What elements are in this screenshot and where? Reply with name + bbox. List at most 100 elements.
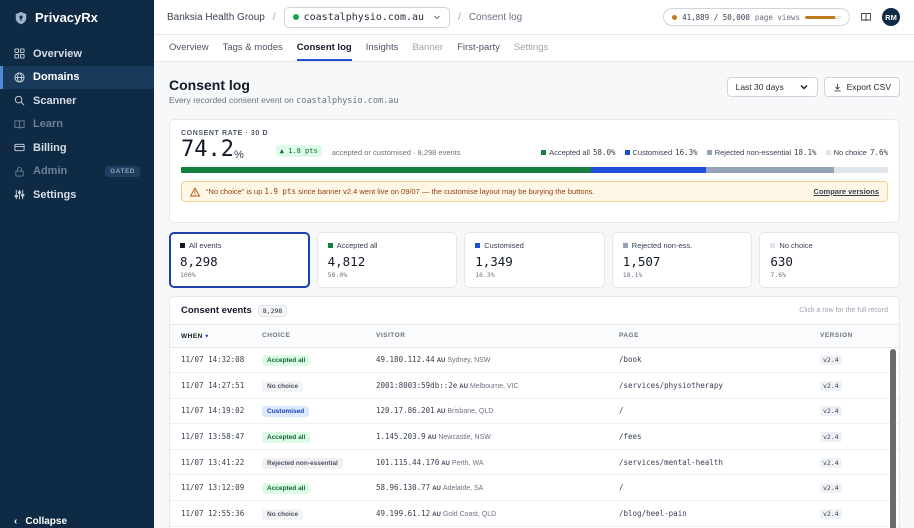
cell-when: 11/07 14:27:51 <box>170 372 251 399</box>
export-csv-button[interactable]: Export CSV <box>823 77 900 97</box>
brand[interactable]: PrivacyRx <box>0 0 154 35</box>
stat-card-accepted-all[interactable]: Accepted all 4,812 58.0% <box>316 232 458 288</box>
docs-book-icon[interactable] <box>860 11 872 23</box>
legend-label: Customised <box>632 148 673 157</box>
consent-rate-unit: % <box>233 149 244 161</box>
cell-when: 11/07 13:12:09 <box>170 474 251 502</box>
gated-badge: GATED <box>105 165 140 177</box>
visitor-ip: 2001:8003:59db::2e <box>376 380 458 390</box>
cell-page: / <box>608 474 809 502</box>
version-badge: v2.4 <box>820 432 842 443</box>
status-dot-icon <box>292 14 299 20</box>
usage-text: 41,889 / 50,000 <box>682 12 750 22</box>
choice-badge: Rejected non-essential <box>262 457 343 469</box>
cell-visitor: 120.17.86.201 AU Brisbane, QLD <box>365 398 608 425</box>
table-row[interactable]: 11/07 14:19:02 Customised 120.17.86.201 AU B… <box>170 398 899 425</box>
stat-value: 4,812 <box>327 254 366 269</box>
column-header-visitor[interactable]: VISITOR <box>365 325 608 348</box>
table-row[interactable]: 11/07 13:41:22 Rejected non-essential 101.… <box>170 449 899 476</box>
visitor-location: Newcastle, NSW <box>438 434 491 442</box>
cell-choice: Accepted all <box>251 347 365 374</box>
sidebar-item-scanner[interactable]: Scanner <box>0 89 154 113</box>
version-badge: v2.4 <box>820 483 842 494</box>
events-title: Consent events <box>181 305 252 316</box>
table-row[interactable]: 11/07 13:12:09 Accepted all 58.96.130.77 AU… <box>170 474 899 502</box>
column-header-version[interactable]: VERSION <box>809 325 899 348</box>
chevron-down-icon <box>800 85 808 90</box>
collapse-button[interactable]: ‹ Collapse <box>0 514 154 528</box>
usage-bar <box>805 15 841 19</box>
column-header-when[interactable]: WHEN ▾ <box>170 325 251 348</box>
domain-selector[interactable]: coastalphysio.com.au <box>283 6 451 28</box>
column-label: VERSION <box>820 332 853 340</box>
column-label: VISITOR <box>376 332 406 340</box>
country-code: AU <box>432 511 441 518</box>
tab-overview[interactable]: Overview <box>169 42 209 61</box>
choice-badge: No choice <box>262 508 304 520</box>
cell-page: /services/physiotherapy <box>608 372 809 399</box>
alert-text: “No choice” is up 1.9 pts since banner v… <box>206 187 595 196</box>
stat-value: 1,507 <box>622 254 661 269</box>
column-label: CHOICE <box>262 332 291 340</box>
visitor-location: Melbourne, VIC <box>469 382 519 390</box>
scrollbar-thumb[interactable] <box>890 349 896 528</box>
cell-when: 11/07 13:58:47 <box>170 423 251 450</box>
cell-visitor: 1.145.203.9 AU Newcastle, NSW <box>365 423 608 450</box>
sidebar-item-learn[interactable]: Learn <box>0 113 154 137</box>
column-header-page[interactable]: PAGE <box>608 325 809 348</box>
version-badge: v2.4 <box>820 380 842 391</box>
sidebar-item-label: Billing <box>33 141 67 154</box>
country-code: AU <box>427 435 437 442</box>
table-row[interactable]: 11/07 12:55:36 No choice 49.199.61.12 AU Gol… <box>170 500 899 527</box>
cell-page: / <box>608 398 809 425</box>
legend-item: Customised 16.3% <box>624 148 698 157</box>
sidebar-item-label: Domains <box>33 71 80 84</box>
page-title: Consent log <box>169 77 250 93</box>
stat-card-all-events[interactable]: All events 8,298 100% <box>169 232 310 288</box>
stat-swatch <box>180 243 185 248</box>
cell-when: 11/07 13:41:22 <box>170 449 251 476</box>
tab-first-party[interactable]: First-party <box>457 42 500 61</box>
tab-tags-modes[interactable]: Tags & modes <box>223 42 283 61</box>
sidebar-item-overview[interactable]: Overview <box>0 42 154 66</box>
avatar[interactable]: RM <box>882 8 900 26</box>
sidebar-item-settings[interactable]: Settings <box>0 183 154 207</box>
country-code: AU <box>459 383 468 390</box>
sidebar-item-label: Settings <box>33 188 77 201</box>
page-subtitle: Every recorded consent event on coastalp… <box>169 95 398 106</box>
sidebar-nav: Overview Domains Scanner Learn Billing Admin G… <box>0 42 154 207</box>
stat-card-customised[interactable]: Customised 1,349 16.3% <box>464 232 605 288</box>
stat-label-row: No choice <box>770 241 889 250</box>
sidebar-item-admin[interactable]: Admin GATED <box>0 160 154 184</box>
legend-swatch <box>706 150 712 155</box>
date-range-value: Last 30 days <box>735 82 784 92</box>
stat-swatch <box>327 243 333 248</box>
usage-unit: page views <box>754 12 800 22</box>
table-scrollbar[interactable] <box>890 349 896 528</box>
events-table: WHEN ▾ CHOICE VISITOR PAGE VERSION 11/07 14:… <box>170 325 899 527</box>
compare-versions-link[interactable]: Compare versions <box>814 187 879 196</box>
chevron-down-icon <box>434 15 440 20</box>
breadcrumb-org[interactable]: Banksia Health Group <box>167 12 265 23</box>
date-range-select[interactable]: Last 30 days <box>726 77 818 97</box>
tab-consent-log[interactable]: Consent log <box>296 42 352 61</box>
column-header-choice[interactable]: CHOICE <box>251 325 365 348</box>
breadcrumb-separator: / <box>272 11 276 23</box>
table-row[interactable]: 11/07 14:32:08 Accepted all 49.180.112.44 A… <box>170 347 899 374</box>
usage-meter[interactable]: 41,889 / 50,000 page views <box>663 8 850 26</box>
stat-pct: 7.6% <box>770 271 787 279</box>
visitor-location: Adelaide, SA <box>442 485 484 493</box>
legend-item: Accepted all 58.0% <box>541 148 616 157</box>
cell-version: v2.4 <box>809 500 899 527</box>
stat-card-rejected-non-ess-[interactable]: Rejected non-ess. 1,507 18.1% <box>611 232 753 288</box>
sidebar-item-domains[interactable]: Domains <box>0 65 154 89</box>
tab-insights[interactable]: Insights <box>366 42 399 61</box>
consent-rate-card: CONSENT RATE · 30 D 74.2 % ▲ 1.8 pts acc… <box>169 119 900 223</box>
stat-label-row: Accepted all <box>327 241 447 250</box>
legend-swatch <box>624 150 630 155</box>
stat-card-no-choice[interactable]: No choice 630 7.6% <box>759 232 900 288</box>
table-row[interactable]: 11/07 14:27:51 No choice 2001:8003:59db::2… <box>170 372 899 399</box>
legend-swatch <box>541 150 547 155</box>
sidebar-item-billing[interactable]: Billing <box>0 136 154 160</box>
table-row[interactable]: 11/07 13:58:47 Accepted all 1.145.203.9 AU N… <box>170 423 899 450</box>
